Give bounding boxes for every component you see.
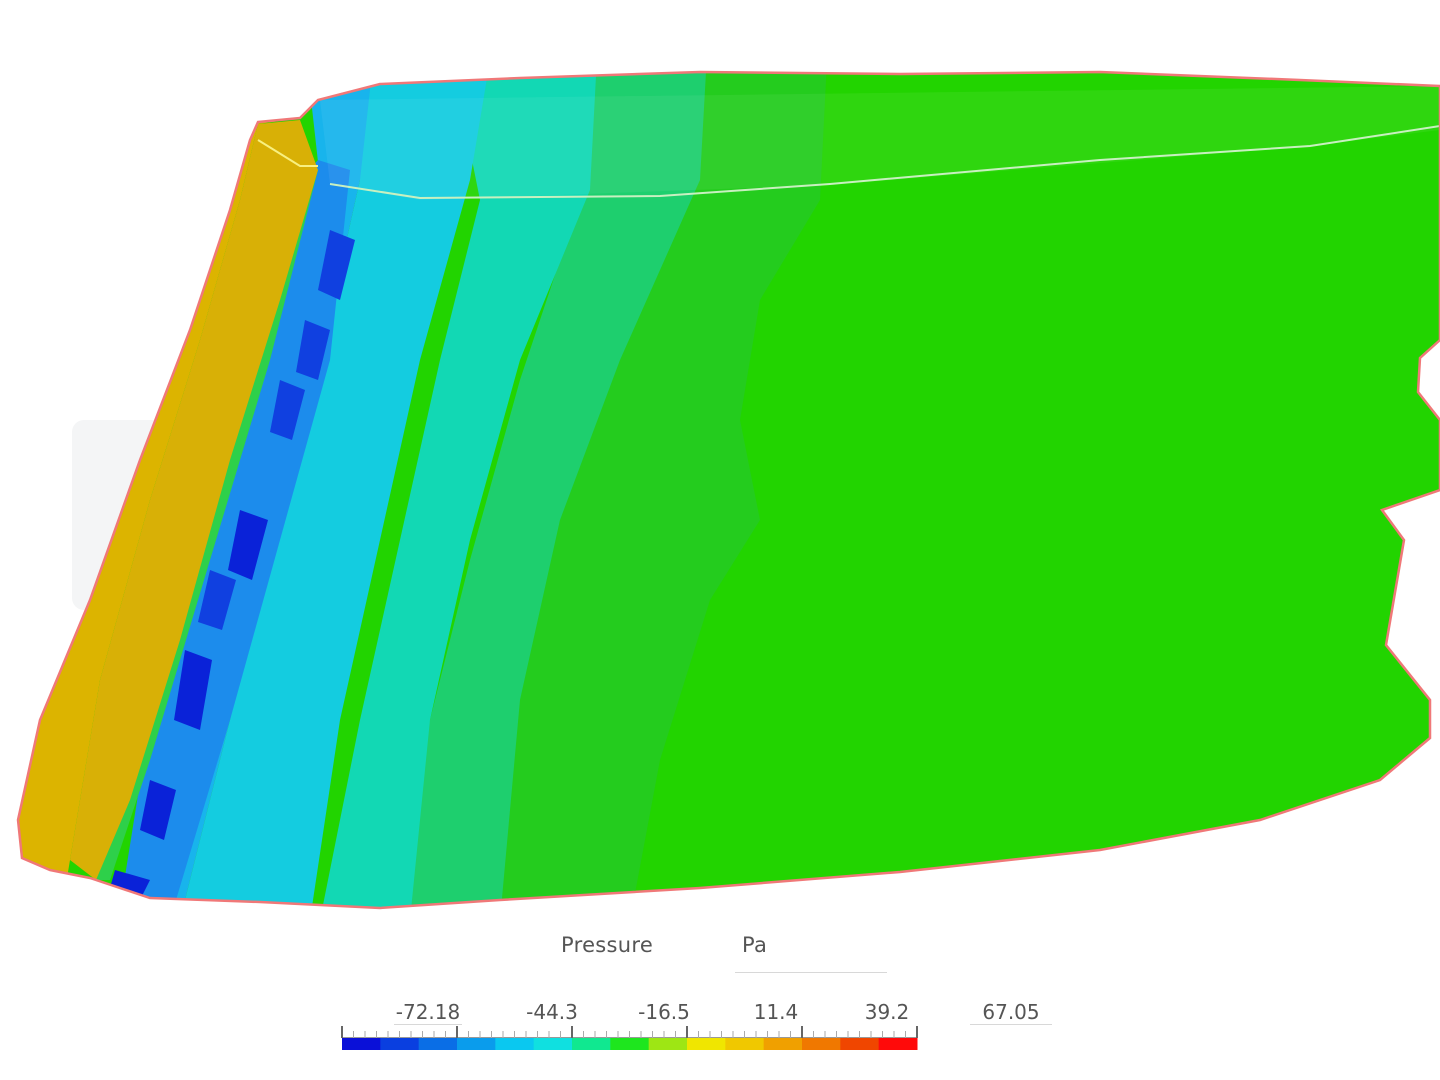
colorbar-swatch xyxy=(763,1038,803,1050)
pressure-contour-surface xyxy=(16,70,1440,910)
colorbar-swatch xyxy=(687,1038,726,1050)
legend-unit-label: Pa xyxy=(742,933,768,957)
max-value-input[interactable]: 67.05 xyxy=(970,992,1052,1025)
tick-label: 39.2 xyxy=(864,1000,910,1024)
colorbar-swatch xyxy=(725,1038,765,1050)
colorbar-swatch xyxy=(610,1038,650,1050)
tick-label: -72.18 xyxy=(395,1000,461,1024)
colorbar-swatch xyxy=(840,1038,880,1050)
colorbar xyxy=(341,1026,918,1050)
colorbar-ticks xyxy=(341,1026,918,1038)
colorbar-swatches xyxy=(342,1038,918,1050)
colorbar-swatch xyxy=(495,1038,535,1050)
contour-bands xyxy=(18,72,1440,908)
tick-label: -16.5 xyxy=(638,1000,690,1024)
colorbar-swatch xyxy=(457,1038,496,1050)
colorbar-swatch xyxy=(380,1038,420,1050)
colorbar-swatch xyxy=(572,1038,611,1050)
colorbar-swatch xyxy=(533,1038,573,1050)
tick-label: 11.4 xyxy=(753,1000,799,1024)
min-value-underline[interactable] xyxy=(394,1024,462,1025)
colorbar-legend: Pressure Pa -72.18 -44.3 -16.5 11.4 39.2… xyxy=(0,920,1440,1080)
colorbar-swatch xyxy=(802,1038,841,1050)
colorbar-swatch xyxy=(342,1038,381,1050)
3d-viewport[interactable] xyxy=(0,0,1440,920)
legend-quantity-label: Pressure xyxy=(561,933,654,957)
max-value-label: 67.05 xyxy=(982,1000,1040,1024)
colorbar-swatch xyxy=(878,1038,918,1050)
colorbar-swatch xyxy=(418,1038,458,1050)
tick-label: -44.3 xyxy=(526,1000,578,1024)
legend-unit-selector[interactable]: Pa xyxy=(735,920,887,973)
colorbar-swatch xyxy=(648,1038,688,1050)
